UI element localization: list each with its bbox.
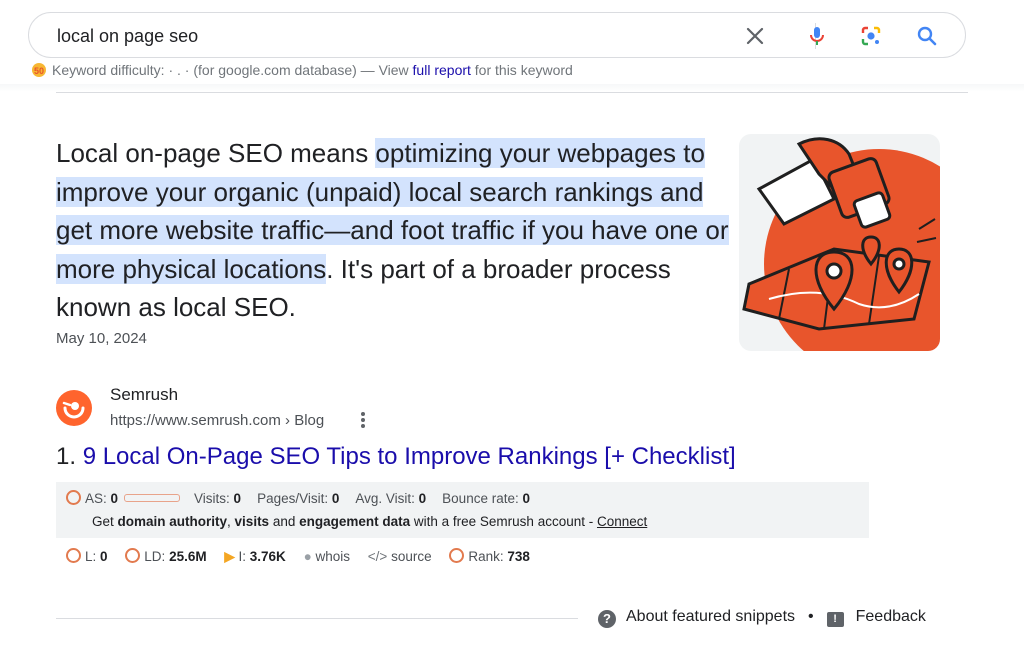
i-value[interactable]: 3.76K	[250, 549, 286, 564]
kd-suffix: for this keyword	[470, 62, 573, 78]
ld-value[interactable]: 25.6M	[169, 549, 207, 564]
semrush-links-row: L: 0 LD: 25.6M ▶ I: 3.76K ● whois </> so…	[66, 548, 530, 565]
code-icon: </>	[367, 549, 388, 564]
full-report-link[interactable]: full report	[413, 62, 471, 78]
rank-ring-icon	[449, 548, 465, 563]
source-link[interactable]: source	[391, 549, 432, 564]
kd-middle: (for google.com database) — View	[189, 62, 413, 78]
footer-separator: •	[808, 608, 814, 625]
as-label: AS:	[85, 491, 111, 506]
semrush-burst-icon: 50	[32, 63, 46, 77]
visits-label: Visits:	[194, 491, 234, 506]
semrush-links-panel: L: 0 LD: 25.6M ▶ I: 3.76K ● whois </> so…	[56, 538, 869, 576]
help-icon[interactable]: ?	[598, 610, 616, 628]
bing-icon: ▶	[224, 549, 235, 564]
featured-snippet-text: Local on-page SEO means optimizing your …	[56, 134, 731, 327]
semrush-cta: Get domain authority, visits and engagem…	[92, 514, 647, 529]
ld-ring-icon	[125, 548, 141, 563]
map-pin-illustration	[742, 137, 940, 351]
result-url[interactable]: https://www.semrush.com › Blog	[110, 412, 324, 429]
bounce-value: 0	[522, 491, 530, 506]
semrush-logo-icon	[62, 401, 85, 419]
result-site-name[interactable]: Semrush	[110, 385, 178, 405]
pages-label: Pages/Visit:	[257, 491, 332, 506]
semrush-favicon[interactable]	[56, 390, 92, 426]
avg-visit-value: 0	[418, 491, 427, 506]
snippet-date: May 10, 2024	[56, 330, 147, 347]
result-heading: 1. 9 Local On-Page SEO Tips to Improve R…	[56, 443, 736, 471]
cta-mid2: and	[269, 514, 300, 529]
feedback-icon[interactable]: !	[826, 612, 844, 627]
more-options-icon[interactable]	[358, 410, 368, 430]
semrush-metrics-row: AS: 0 Visits: 0 Pages/Visit: 0 Avg. Visit: …	[66, 490, 530, 506]
links-ring-icon	[66, 548, 81, 563]
kd-value: · . ·	[168, 62, 190, 78]
snippet-thumbnail[interactable]	[739, 134, 940, 351]
search-bar[interactable]: local on page seo	[28, 12, 966, 58]
search-icon[interactable]	[915, 24, 939, 48]
microphone-icon[interactable]	[805, 24, 829, 48]
snippet-lead: Local on-page SEO means	[56, 138, 376, 168]
cta-post: with a free Semrush account -	[410, 514, 597, 529]
bounce-label: Bounce rate:	[442, 491, 523, 506]
authority-ring-icon	[66, 490, 81, 505]
person-icon: ●	[303, 549, 312, 564]
about-featured-snippets-link[interactable]: About featured snippets	[626, 608, 795, 625]
svg-text:50: 50	[34, 66, 44, 76]
semrush-metrics-panel: AS: 0 Visits: 0 Pages/Visit: 0 Avg. Visit: …	[56, 482, 869, 538]
lens-icon[interactable]	[859, 24, 883, 48]
footer-divider	[56, 618, 578, 619]
rank-value[interactable]: 738	[507, 549, 530, 564]
avg-visit-label: Avg. Visit:	[355, 491, 419, 506]
header-divider	[56, 92, 968, 93]
cta-mid1: ,	[227, 514, 235, 529]
whois-link[interactable]: whois	[316, 549, 351, 564]
keyword-difficulty: 50 Keyword difficulty: · . · (for google…	[30, 62, 573, 78]
l-value[interactable]: 0	[100, 549, 108, 564]
cta-pre: Get	[92, 514, 118, 529]
cta-visits: visits	[234, 514, 270, 529]
kd-prefix: Keyword difficulty:	[52, 62, 169, 78]
cta-domain-authority: domain authority	[117, 514, 228, 529]
visits-value: 0	[233, 491, 242, 506]
result-number: 1.	[56, 443, 83, 470]
feedback-link[interactable]: Feedback	[856, 608, 926, 625]
ld-label: LD:	[144, 549, 170, 564]
pages-value: 0	[331, 491, 340, 506]
rank-label: Rank:	[468, 549, 508, 564]
i-label: I:	[238, 549, 250, 564]
snippet-footer: ? About featured snippets •! Feedback	[598, 608, 926, 628]
close-icon[interactable]	[743, 24, 767, 48]
result-title-link[interactable]: 9 Local On-Page SEO Tips to Improve Rank…	[83, 443, 736, 470]
as-value: 0	[110, 491, 119, 506]
connect-link[interactable]: Connect	[597, 514, 647, 529]
l-label: L:	[85, 549, 101, 564]
cta-engagement: engagement data	[299, 514, 411, 529]
header-shadow	[0, 84, 1024, 92]
as-bar	[124, 494, 181, 502]
search-input[interactable]: local on page seo	[57, 26, 198, 47]
